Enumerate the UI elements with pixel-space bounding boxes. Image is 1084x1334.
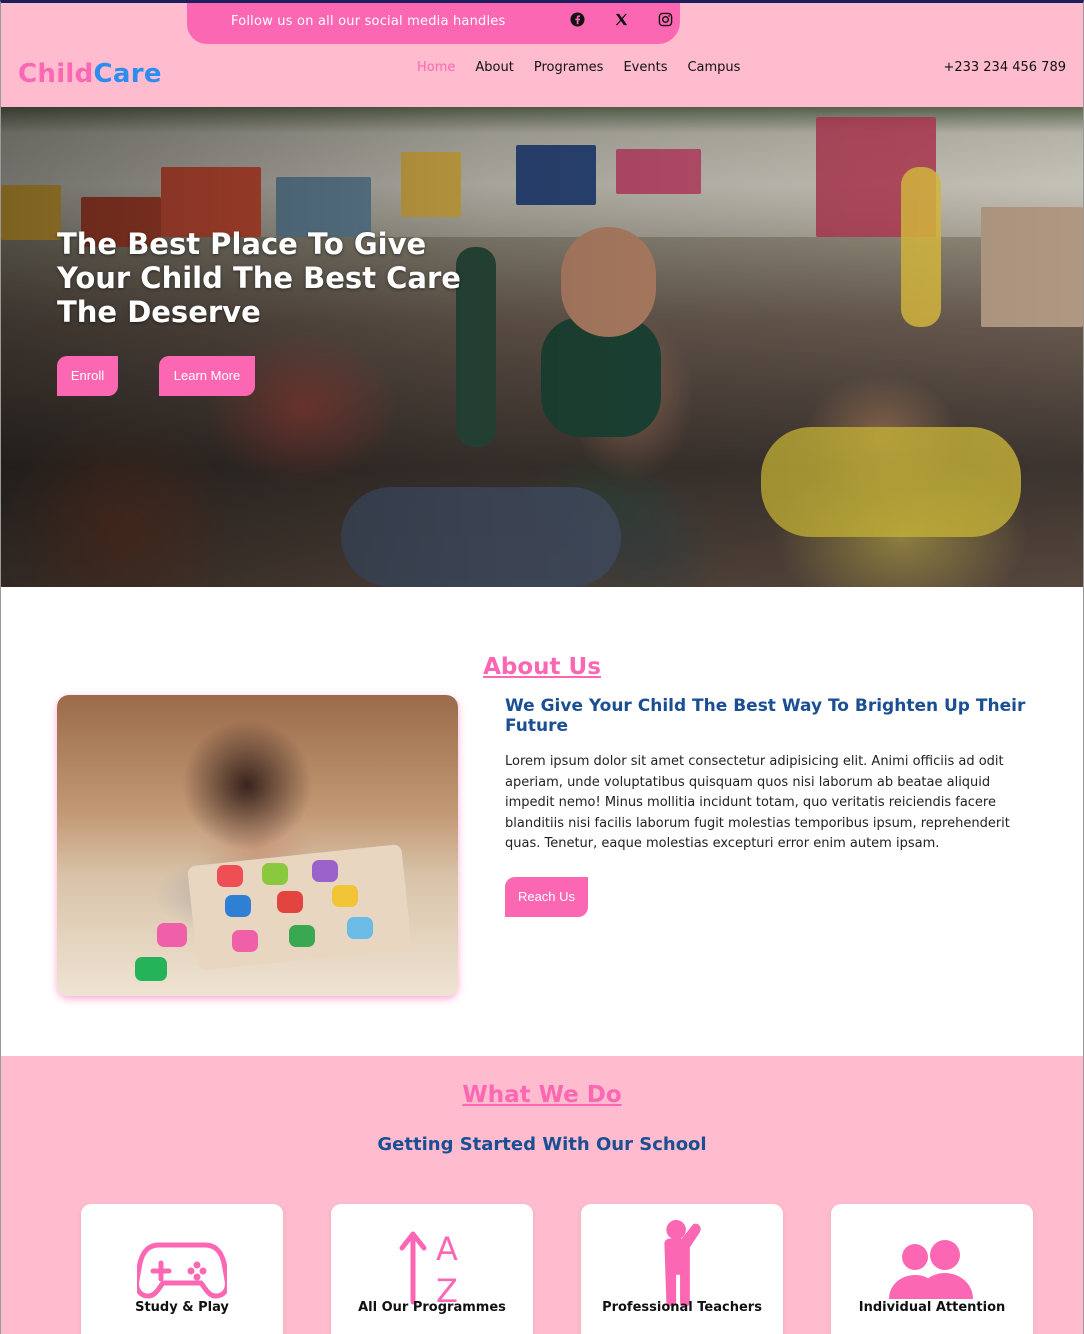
what-we-do-subtitle: Getting Started With Our School xyxy=(377,1134,707,1155)
service-card-study-play[interactable]: Study & Play xyxy=(81,1204,283,1334)
hero-banner: The Best Place To Give Your Child The Be… xyxy=(1,107,1083,587)
puzzle-piece xyxy=(262,863,288,885)
puzzle-piece xyxy=(217,865,243,887)
service-card-label: All Our Programmes xyxy=(358,1300,506,1315)
service-card-label: Professional Teachers xyxy=(602,1300,762,1315)
puzzle-piece xyxy=(289,925,315,947)
social-links xyxy=(555,12,687,32)
logo-part-child: Child xyxy=(18,59,94,89)
learn-more-button[interactable]: Learn More xyxy=(159,356,255,396)
puzzle-piece xyxy=(347,917,373,939)
puzzle-piece xyxy=(157,923,187,947)
site-logo[interactable]: ChildCare xyxy=(18,59,162,89)
service-card-label: Individual Attention xyxy=(858,1300,1006,1315)
reach-us-button[interactable]: Reach Us xyxy=(505,877,588,917)
gamepad-icon xyxy=(81,1214,283,1304)
puzzle-piece xyxy=(332,885,358,907)
service-card-programmes[interactable]: A Z All Our Programmes xyxy=(331,1204,533,1334)
service-card-attention[interactable]: Individual Attention xyxy=(831,1204,1033,1334)
nav-item-campus[interactable]: Campus xyxy=(687,60,740,75)
enroll-button[interactable]: Enroll xyxy=(57,356,118,396)
x-icon[interactable] xyxy=(599,12,643,32)
facebook-icon[interactable] xyxy=(555,12,599,32)
about-subtitle: We Give Your Child The Best Way To Brigh… xyxy=(505,696,1026,736)
nav-item-home[interactable]: Home xyxy=(417,60,455,75)
about-title: About Us xyxy=(483,654,601,680)
puzzle-piece xyxy=(225,895,251,917)
about-text: Lorem ipsum dolor sit amet consectetur a… xyxy=(505,754,1010,851)
users-icon xyxy=(831,1214,1033,1304)
site-header: Follow us on all our social media handle… xyxy=(1,3,1083,107)
puzzle-piece xyxy=(232,930,258,952)
puzzle-piece xyxy=(312,860,338,882)
service-card-label: Study & Play xyxy=(135,1300,229,1315)
about-image xyxy=(57,695,458,996)
sort-az-icon: A Z xyxy=(331,1214,533,1310)
nav-item-about[interactable]: About xyxy=(475,60,513,75)
logo-part-care: Care xyxy=(93,59,162,89)
service-card-teachers[interactable]: Professional Teachers xyxy=(581,1204,783,1334)
person-raising-hand-icon xyxy=(581,1214,783,1307)
what-we-do-title: What We Do xyxy=(462,1082,622,1108)
puzzle-piece xyxy=(277,891,303,913)
nav-item-programes[interactable]: Programes xyxy=(534,60,604,75)
puzzle-piece xyxy=(135,957,167,981)
phone-number[interactable]: +233 234 456 789 xyxy=(943,60,1066,75)
social-strip: Follow us on all our social media handle… xyxy=(187,3,680,44)
hero-overlay xyxy=(1,107,1083,587)
follow-text: Follow us on all our social media handle… xyxy=(231,14,506,29)
svg-text:A: A xyxy=(436,1230,458,1268)
instagram-icon[interactable] xyxy=(643,12,687,32)
nav-item-events[interactable]: Events xyxy=(623,60,667,75)
what-we-do-section: What We Do Getting Started With Our Scho… xyxy=(1,1056,1083,1334)
main-nav: Home About Programes Events Campus xyxy=(417,60,760,75)
hero-heading: The Best Place To Give Your Child The Be… xyxy=(57,227,461,329)
